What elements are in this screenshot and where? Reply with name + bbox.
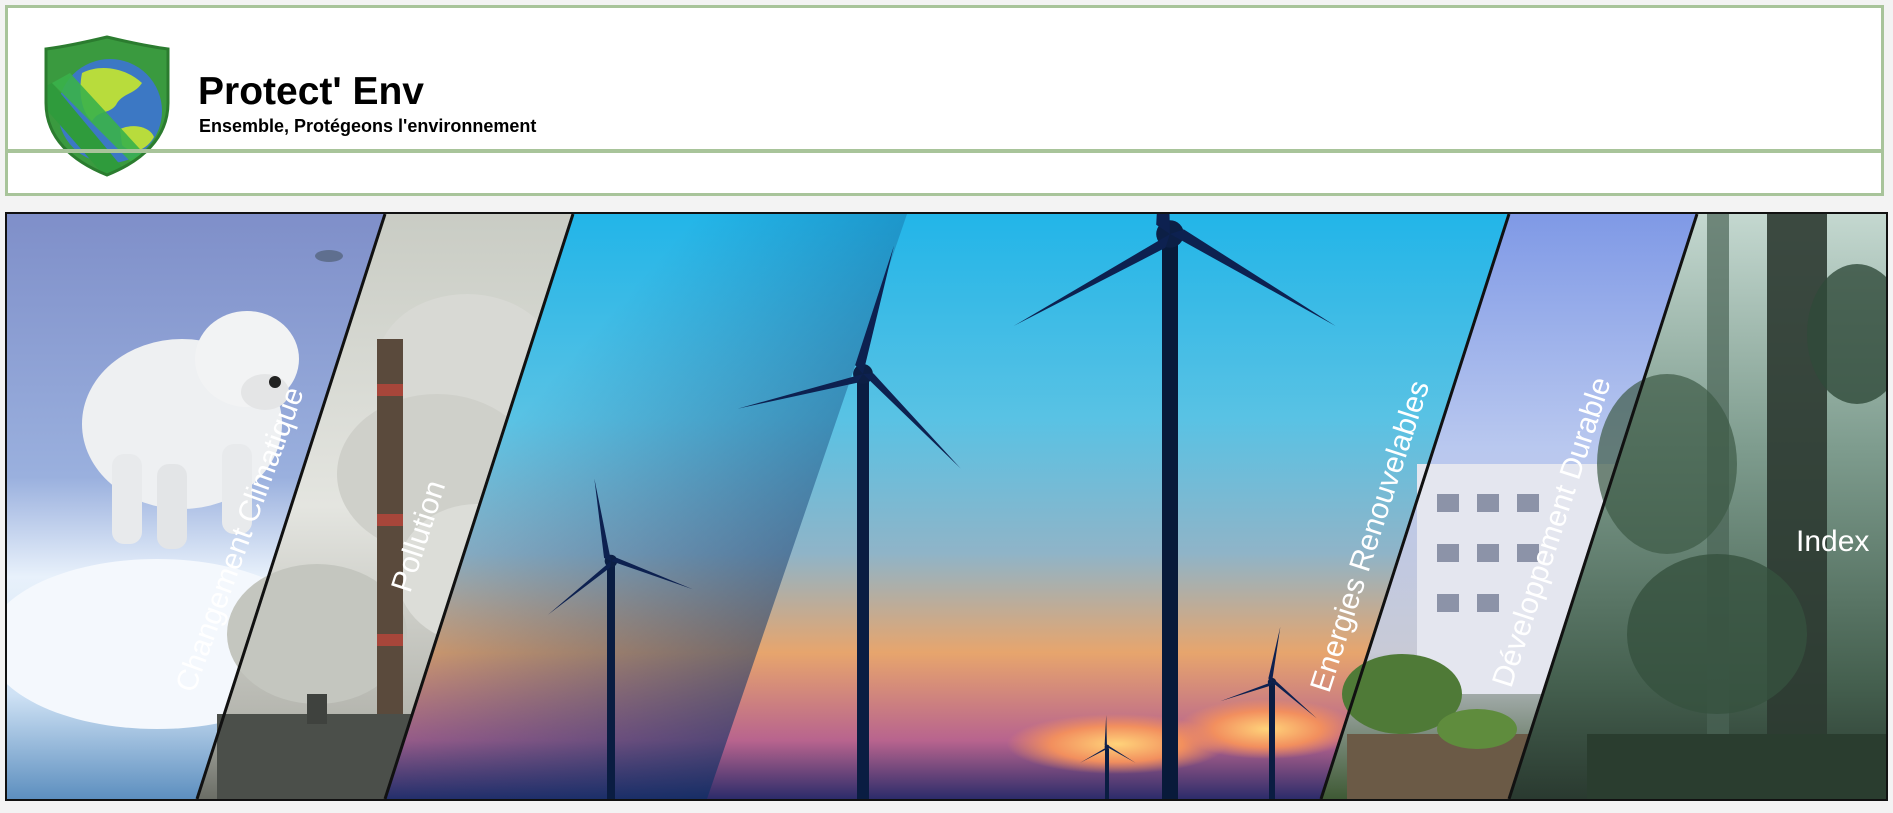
category-banner: Changement Climatique Pollution Energies… [5, 212, 1888, 801]
logo-shield-earth-icon [44, 35, 170, 177]
header-divider [8, 149, 1881, 153]
site-title: Protect' Env [198, 70, 425, 113]
nav-label-index: Index [1796, 525, 1869, 558]
site-header: Protect' Env Ensemble, Protégeons l'envi… [5, 5, 1884, 196]
site-tagline: Ensemble, Protégeons l'environnement [199, 116, 537, 136]
nav-panel-energies-renouvelables[interactable]: Energies Renouvelables [385, 214, 1509, 799]
